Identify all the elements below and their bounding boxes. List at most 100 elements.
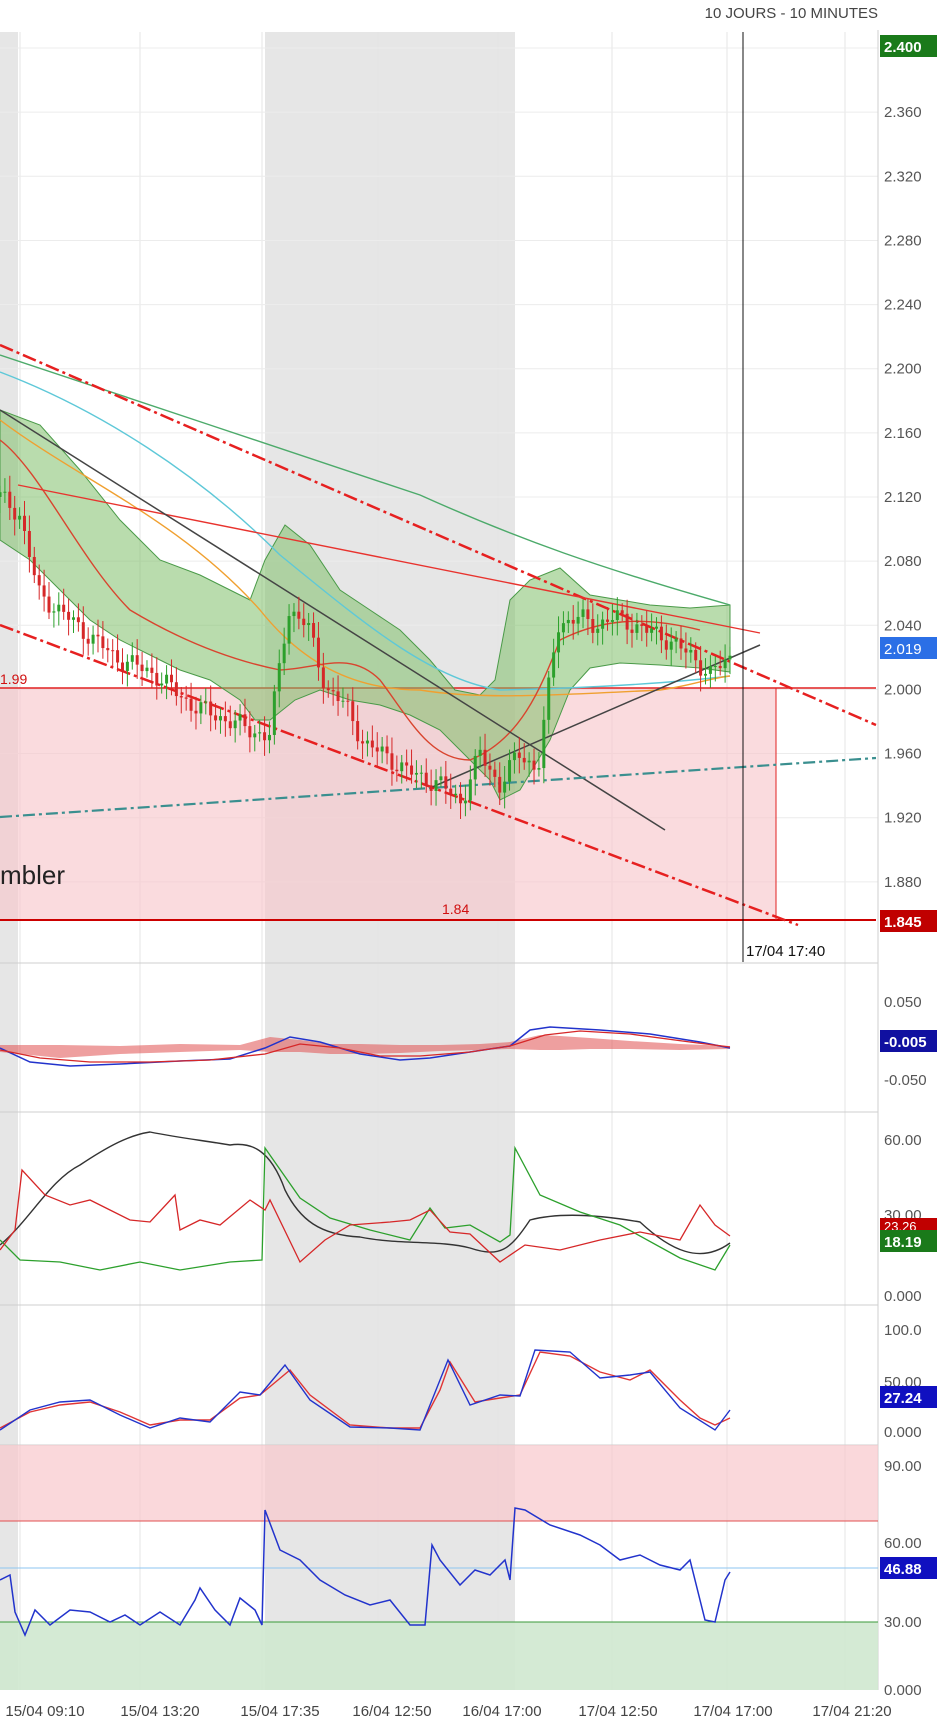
svg-text:2.400: 2.400 [884, 39, 922, 56]
candle-body [493, 769, 497, 777]
rsi-panel [0, 1445, 878, 1690]
candle-body [52, 611, 56, 613]
stoch-value-badge: 27.24 [880, 1386, 937, 1408]
candle-body [22, 515, 26, 531]
candle-body [253, 733, 257, 738]
candle-body [189, 698, 193, 711]
candle-body [248, 726, 252, 738]
candle-body [532, 760, 536, 770]
candle-body [596, 628, 600, 633]
x-tick-label: 15/04 17:35 [240, 1703, 319, 1720]
candle-body [429, 785, 433, 791]
price-badge-last: 2.019 [880, 637, 937, 659]
dmi-value-badges: 23.26 18.19 [880, 1218, 937, 1252]
candle-body [194, 710, 198, 714]
period-label: 10 JOURS - 10 MINUTES [705, 5, 878, 22]
support-zone [0, 688, 776, 920]
candle-body [439, 776, 443, 781]
candle-body [307, 623, 311, 626]
candle-body [223, 716, 227, 722]
x-tick-label: 16/04 12:50 [352, 1703, 431, 1720]
candle-body [155, 672, 159, 686]
candle-body [106, 648, 110, 651]
candle-body [527, 760, 531, 763]
candle-body [0, 492, 2, 497]
price-tick-label: 1.960 [884, 746, 922, 763]
price-tick-label: 2.160 [884, 425, 922, 442]
candle-body [728, 655, 732, 660]
candle-body [454, 793, 458, 795]
candle-body [459, 793, 463, 804]
candle-body [718, 665, 722, 669]
candle-body [708, 666, 712, 674]
candle-body [312, 623, 316, 638]
macd-tick-label: -0.050 [884, 1072, 927, 1089]
candle-body [591, 618, 595, 633]
candle-body [699, 660, 703, 676]
candle-body [145, 667, 149, 672]
candle-body [346, 700, 350, 702]
candle-body [67, 611, 71, 620]
candle-body [684, 648, 688, 653]
candle-body [365, 740, 369, 744]
candle-body [81, 622, 85, 639]
candle-body [91, 634, 95, 644]
candle-body [669, 641, 673, 650]
rsi-value-badge: 46.88 [880, 1557, 937, 1579]
candle-body [356, 721, 360, 742]
candle-body [557, 632, 561, 653]
candle-body [243, 714, 247, 727]
candle-body [116, 650, 120, 663]
candle-body [204, 701, 208, 703]
candle-body [18, 515, 22, 520]
rsi-tick-label: 60.00 [884, 1535, 922, 1552]
candle-body [135, 655, 139, 665]
candle-body [610, 620, 614, 622]
candle-body [321, 667, 325, 689]
candle-body [32, 556, 36, 576]
price-badge-top: 2.400 [880, 35, 937, 57]
candle-body [287, 616, 291, 644]
candle-body [581, 609, 585, 617]
candle-body [640, 624, 644, 626]
candle-body [169, 674, 173, 683]
rsi-overbought-zone [0, 1445, 878, 1521]
candle-body [184, 697, 188, 699]
candle-body [292, 611, 296, 617]
candle-body [8, 491, 12, 508]
candle-body [488, 765, 492, 770]
price-tick-label: 2.120 [884, 489, 922, 506]
candle-body [233, 720, 237, 729]
candle-body [655, 626, 659, 629]
candle-body [512, 752, 516, 761]
candle-body [601, 619, 605, 629]
x-tick-label: 17/04 12:50 [578, 1703, 657, 1720]
candle-body [645, 625, 649, 633]
candle-body [414, 772, 418, 775]
candle-body [625, 613, 629, 630]
candle-body [615, 610, 619, 621]
candle-body [174, 682, 178, 697]
candle-body [282, 643, 286, 664]
candle-body [522, 757, 526, 763]
candle-body [27, 530, 31, 557]
candle-body [385, 746, 389, 754]
candle-body [297, 611, 301, 619]
candle-body [547, 677, 551, 720]
x-tick-label: 17/04 17:00 [693, 1703, 772, 1720]
candle-body [71, 617, 75, 620]
candle-body [650, 628, 654, 633]
rsi-oversold-zone [0, 1622, 878, 1690]
candle-body [101, 636, 105, 649]
candle-body [542, 719, 546, 769]
rsi-tick-label: 30.00 [884, 1614, 922, 1631]
candle-body [361, 741, 365, 744]
candle-body [13, 507, 17, 520]
dmi-tick-label: 0.000 [884, 1288, 922, 1305]
candle-body [302, 618, 306, 626]
candle-body [679, 638, 683, 649]
trading-chart[interactable]: 10 JOURS - 10 MINUTES 1.99 1.84 mbler 17… [0, 0, 948, 1720]
x-tick-label: 17/04 21:20 [812, 1703, 891, 1720]
candle-body [130, 655, 134, 662]
candle-body [449, 788, 453, 795]
